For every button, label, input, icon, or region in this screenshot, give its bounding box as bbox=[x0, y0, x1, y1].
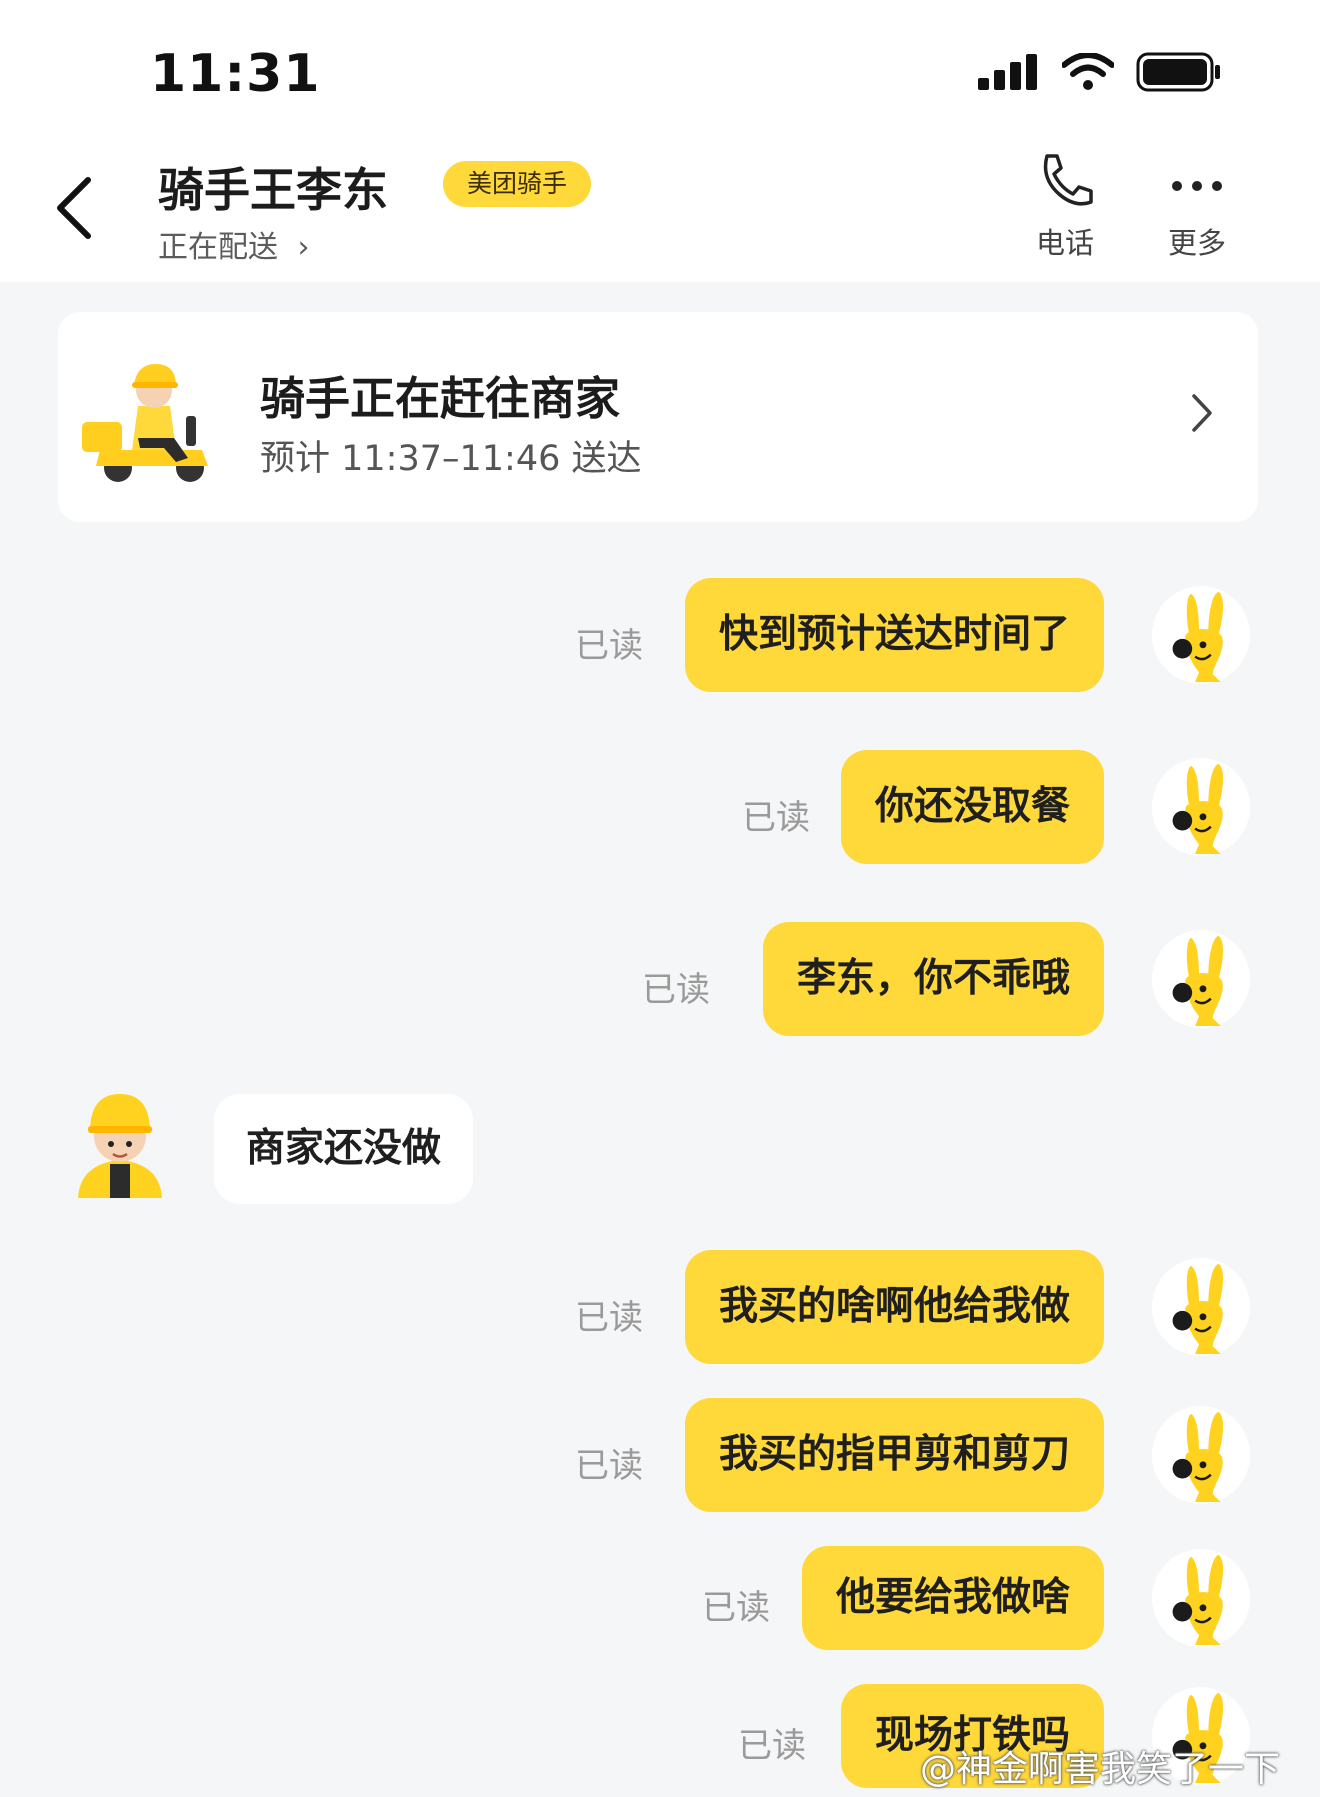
cellular-signal-icon bbox=[978, 54, 1037, 90]
chat-title: 骑手王李东 bbox=[158, 163, 388, 217]
my-message-bubble[interactable]: 你还没取餐 bbox=[840, 750, 1104, 864]
message-item: 已读 快到预计送达时间了 bbox=[0, 578, 1320, 698]
delivery-eta: 预计 11:37–11:46 送达 bbox=[260, 439, 642, 479]
chevron-right-icon: › bbox=[297, 230, 310, 265]
weibo-watermark: @神金啊害我笑了一下 bbox=[919, 1749, 1280, 1790]
battery-icon bbox=[1136, 52, 1220, 92]
message-item: 已读 你还没取餐 bbox=[0, 750, 1320, 870]
wifi-icon bbox=[1062, 53, 1114, 90]
kangaroo-avatar-icon[interactable] bbox=[1152, 1403, 1250, 1507]
read-receipt: 已读 bbox=[738, 1726, 806, 1766]
read-receipt: 已读 bbox=[575, 626, 643, 666]
chevron-right-icon bbox=[1192, 394, 1212, 432]
phone-button[interactable]: 电话 bbox=[1010, 152, 1120, 262]
rider-scooter-illustration bbox=[82, 364, 208, 482]
rider-message-bubble[interactable]: 商家还没做 bbox=[214, 1094, 474, 1204]
my-message-bubble[interactable]: 李东，你不乖哦 bbox=[762, 922, 1104, 1036]
read-receipt: 已读 bbox=[575, 1446, 643, 1486]
more-label: 更多 bbox=[1167, 226, 1226, 260]
my-message-bubble[interactable]: 他要给我做啥 bbox=[801, 1546, 1104, 1650]
kangaroo-avatar-icon[interactable] bbox=[1152, 755, 1250, 859]
my-message-bubble[interactable]: 我买的指甲剪和剪刀 bbox=[684, 1398, 1104, 1512]
message-item: 已读 他要给我做啥 bbox=[0, 1546, 1320, 1656]
read-receipt: 已读 bbox=[742, 798, 810, 838]
message-item: 已读 我买的啥啊他给我做 bbox=[0, 1250, 1320, 1370]
more-dots-icon bbox=[1172, 181, 1222, 191]
my-message-bubble[interactable]: 快到预计送达时间了 bbox=[684, 578, 1104, 692]
kangaroo-avatar-icon[interactable] bbox=[1152, 1255, 1250, 1359]
status-icons bbox=[978, 52, 1222, 92]
read-receipt: 已读 bbox=[642, 970, 710, 1010]
more-button[interactable]: 更多 bbox=[1142, 152, 1252, 262]
kangaroo-avatar-icon[interactable] bbox=[1152, 927, 1250, 1031]
rider-avatar-icon[interactable] bbox=[70, 1086, 170, 1198]
delivery-status-text: 正在配送 bbox=[158, 230, 278, 265]
phone-label: 电话 bbox=[1035, 226, 1094, 260]
delivery-card-title: 骑手正在赶往商家 bbox=[260, 372, 621, 425]
top-bar: 11:31 骑手王李东 美团骑手 正在配送 › 电话 更多 bbox=[0, 0, 1320, 282]
read-receipt: 已读 bbox=[702, 1588, 770, 1628]
kangaroo-avatar-icon[interactable] bbox=[1152, 1546, 1250, 1650]
phone-icon bbox=[1043, 154, 1093, 206]
my-message-bubble[interactable]: 我买的啥啊他给我做 bbox=[684, 1250, 1104, 1364]
message-item: 已读 我买的指甲剪和剪刀 bbox=[0, 1398, 1320, 1518]
delivery-status-card[interactable]: 骑手正在赶往商家 预计 11:37–11:46 送达 bbox=[58, 312, 1258, 522]
kangaroo-avatar-icon[interactable] bbox=[1152, 583, 1250, 687]
message-item: 已读 李东，你不乖哦 bbox=[0, 922, 1320, 1042]
read-receipt: 已读 bbox=[575, 1298, 643, 1338]
delivery-status-link[interactable]: 正在配送 › bbox=[158, 222, 310, 266]
status-time: 11:31 bbox=[150, 44, 321, 104]
back-chevron-icon[interactable] bbox=[54, 176, 94, 240]
rider-badge: 美团骑手 bbox=[443, 161, 592, 207]
